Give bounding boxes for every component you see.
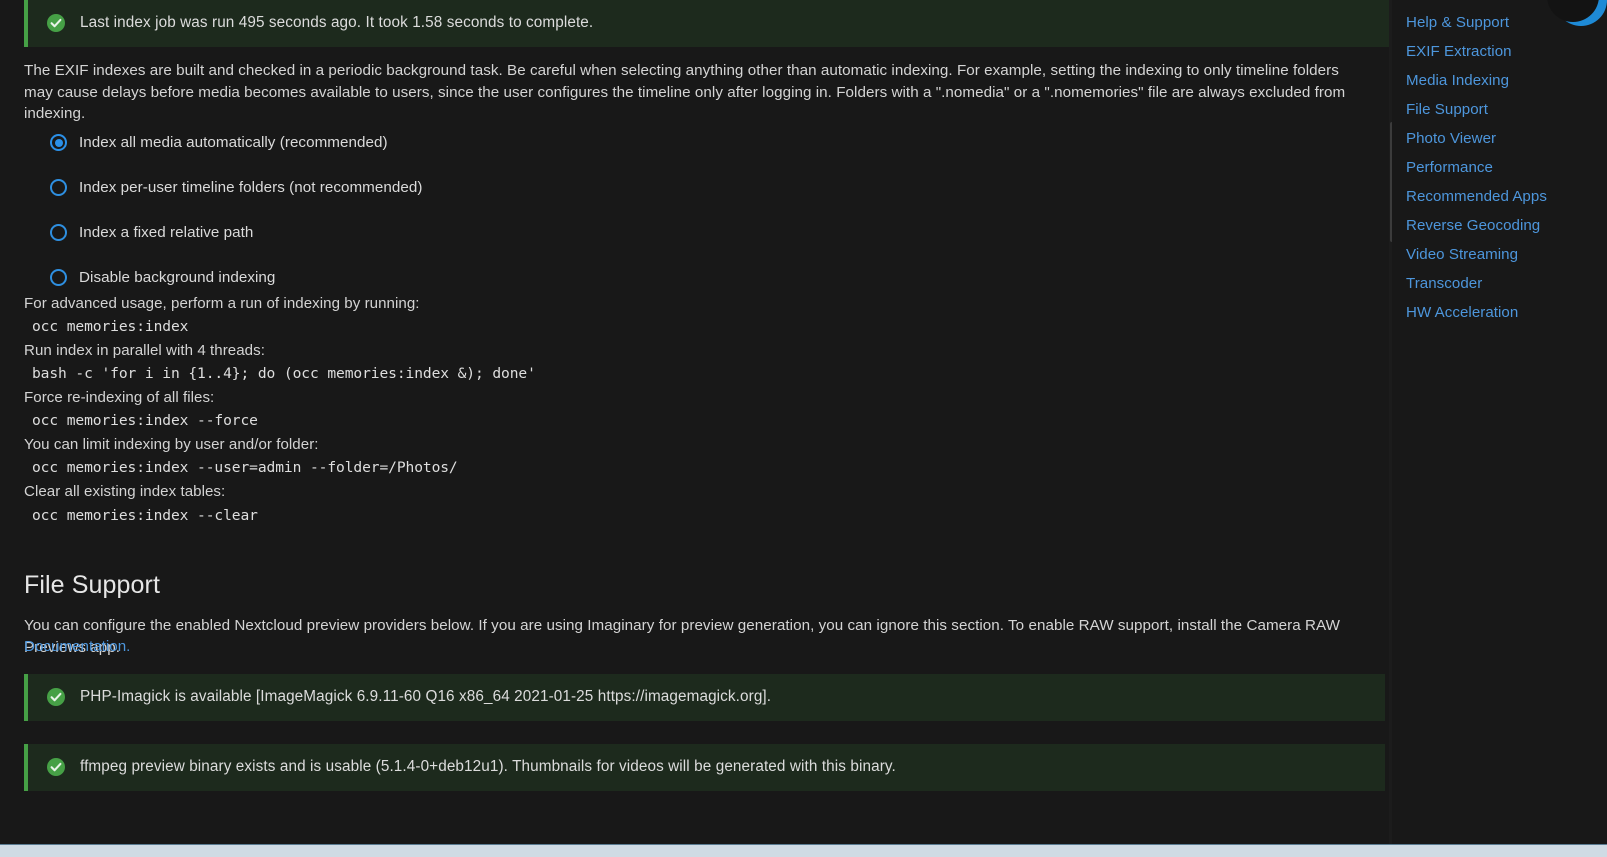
sidebar-item-reverse-geocoding[interactable]: Reverse Geocoding (1392, 211, 1607, 240)
force-reindex-label: Force re-indexing of all files: (24, 389, 215, 407)
index-job-status-banner: Last index job was run 495 seconds ago. … (0, 0, 1392, 47)
sidebar-item-transcoder[interactable]: Transcoder (1392, 269, 1607, 298)
radio-option-label: Disable background indexing (79, 268, 276, 286)
indexing-mode-radio-group: Index all media automatically (recommend… (50, 120, 750, 300)
horizontal-scrollbar-area[interactable] (0, 845, 1607, 857)
sidebar-item-photo-viewer[interactable]: Photo Viewer (1392, 124, 1607, 153)
radio-option-label: Index a fixed relative path (79, 223, 254, 241)
ffmpeg-status-banner: ffmpeg preview binary exists and is usab… (0, 744, 1385, 791)
radio-option-label: Index all media automatically (recommend… (79, 133, 388, 151)
radio-indicator-icon[interactable] (50, 224, 67, 241)
advanced-usage-block: For advanced usage, perform a run of ind… (24, 292, 1224, 527)
ffmpeg-status-text: ffmpeg preview binary exists and is usab… (80, 758, 896, 775)
page-root: Last index job was run 495 seconds ago. … (0, 0, 1607, 857)
check-circle-icon (47, 14, 65, 33)
imagick-status-banner: PHP-Imagick is available [ImageMagick 6.… (0, 674, 1385, 721)
clear-index-label: Clear all existing index tables: (24, 483, 226, 501)
sidebar-item-hw-acceleration[interactable]: HW Acceleration (1392, 298, 1607, 327)
media-indexing-description: The EXIF indexes are built and checked i… (24, 62, 1346, 123)
sidebar-item-video-streaming[interactable]: Video Streaming (1392, 240, 1607, 269)
radio-option-per-user-timeline[interactable]: Index per-user timeline folders (not rec… (50, 165, 750, 210)
command-index-parallel[interactable]: bash -c 'for i in {1..4}; do (occ memori… (32, 362, 1224, 386)
sidebar-item-recommended-apps[interactable]: Recommended Apps (1392, 182, 1607, 211)
banner-body: ffmpeg preview binary exists and is usab… (24, 744, 1385, 791)
sidebar-item-file-support[interactable]: File Support (1392, 95, 1607, 124)
documentation-link[interactable]: Documentation. (24, 638, 130, 655)
file-support-description: You can configure the enabled Nextcloud … (24, 617, 1341, 656)
radio-indicator-icon[interactable] (50, 134, 67, 151)
imagick-status-text: PHP-Imagick is available [ImageMagick 6.… (80, 688, 772, 705)
sidebar-item-performance[interactable]: Performance (1392, 153, 1607, 182)
radio-indicator-icon[interactable] (50, 179, 67, 196)
radio-indicator-icon[interactable] (50, 269, 67, 286)
command-index-user-folder[interactable]: occ memories:index --user=admin --folder… (32, 456, 1224, 480)
radio-option-label: Index per-user timeline folders (not rec… (79, 178, 423, 196)
check-circle-icon (47, 688, 65, 707)
command-index[interactable]: occ memories:index (32, 315, 1224, 339)
banner-body: PHP-Imagick is available [ImageMagick 6.… (24, 674, 1385, 721)
sidebar-item-media-indexing[interactable]: Media Indexing (1392, 66, 1607, 95)
section-navigation-sidebar: Help & Support EXIF Extraction Media Ind… (1392, 0, 1607, 845)
limit-indexing-label: You can limit indexing by user and/or fo… (24, 436, 319, 454)
advanced-usage-label: For advanced usage, perform a run of ind… (24, 295, 420, 312)
command-index-clear[interactable]: occ memories:index --clear (32, 504, 1224, 528)
file-support-heading: File Support (24, 571, 160, 599)
banner-body: Last index job was run 495 seconds ago. … (24, 0, 1392, 47)
radio-option-index-all-media[interactable]: Index all media automatically (recommend… (50, 120, 750, 165)
check-circle-icon (47, 758, 65, 777)
command-index-force[interactable]: occ memories:index --force (32, 409, 1224, 433)
parallel-threads-label: Run index in parallel with 4 threads: (24, 342, 265, 360)
index-job-status-text: Last index job was run 495 seconds ago. … (80, 14, 594, 31)
radio-option-fixed-relative-path[interactable]: Index a fixed relative path (50, 210, 750, 255)
settings-content-area: Last index job was run 495 seconds ago. … (0, 0, 1392, 845)
sidebar-item-exif-extraction[interactable]: EXIF Extraction (1392, 37, 1607, 66)
